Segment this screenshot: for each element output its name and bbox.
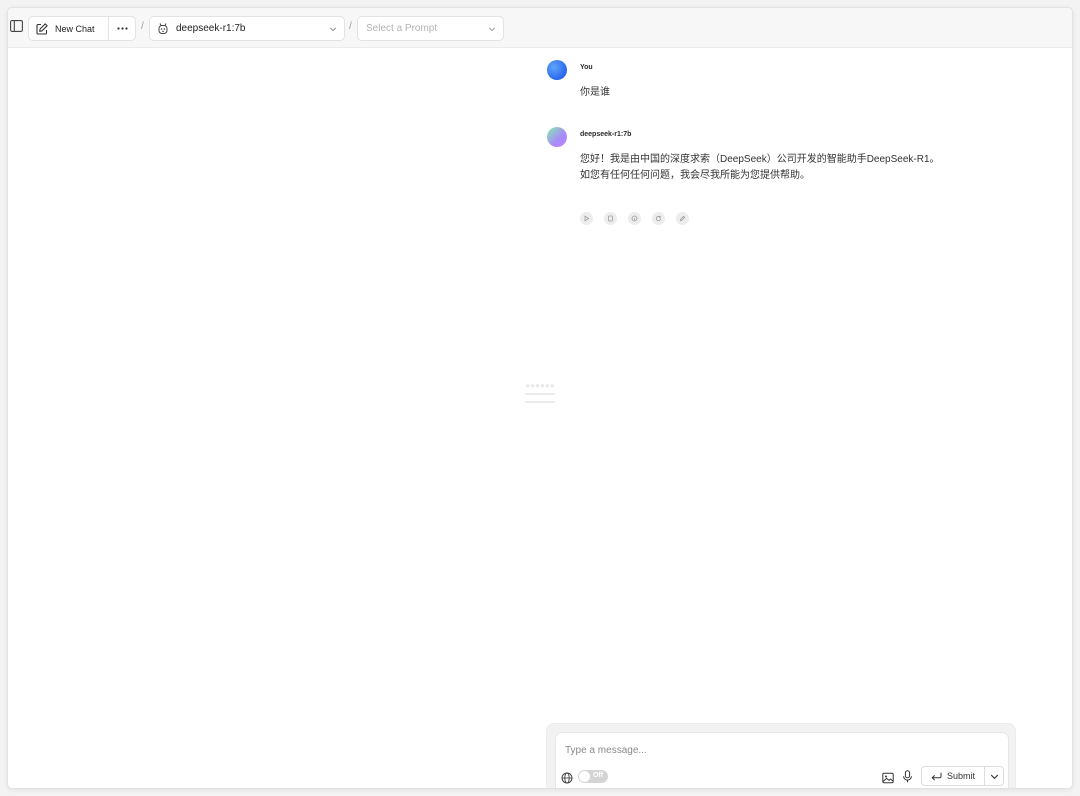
new-chat-button[interactable]: New Chat — [29, 17, 109, 40]
composer-box: Off Submit — [555, 732, 1009, 788]
watermark: ●●●●●● ▬▬▬▬▬ ▬▬▬▬▬ — [525, 381, 555, 406]
app-window: New Chat / deepseek-r1:7b / Select a Pro… — [8, 8, 1072, 788]
new-chat-group: New Chat — [28, 16, 136, 41]
user-avatar — [547, 60, 567, 80]
breadcrumb-separator: / — [349, 21, 352, 32]
copy-icon[interactable] — [604, 212, 617, 225]
message-actions — [580, 212, 689, 225]
chevron-down-icon — [329, 27, 337, 32]
breadcrumb-separator: / — [141, 21, 144, 32]
submit-label: Submit — [946, 771, 975, 781]
assistant-message: deepseek-r1:7b 您好！我是由中国的深度求索（DeepSeek）公司… — [547, 127, 967, 227]
model-label: deepseek-r1:7b — [176, 23, 246, 34]
toggle-knob — [579, 771, 590, 782]
submit-button[interactable]: Submit — [922, 767, 985, 785]
top-toolbar: New Chat / deepseek-r1:7b / Select a Pro… — [8, 8, 1072, 48]
chevron-down-icon — [488, 27, 496, 32]
enter-icon — [931, 772, 942, 781]
globe-icon[interactable] — [561, 771, 574, 784]
robot-icon — [158, 23, 168, 34]
chevron-down-icon — [990, 774, 998, 779]
user-message: You 你是谁 — [547, 60, 967, 105]
ellipsis-icon — [116, 27, 128, 30]
play-icon[interactable] — [580, 212, 593, 225]
regenerate-icon[interactable] — [652, 212, 665, 225]
message-line: 如您有任何任何问题，我会尽我所能为您提供帮助。 — [580, 170, 810, 181]
toggle-label: Off — [593, 772, 604, 779]
chat-area: You 你是谁 deepseek-r1:7b 您好！我是由中国的深度求索（Dee… — [8, 48, 1072, 728]
submit-group: Submit — [921, 766, 1004, 786]
message-input[interactable] — [565, 743, 985, 757]
model-selector[interactable]: deepseek-r1:7b — [149, 16, 345, 41]
sender-name: deepseek-r1:7b — [580, 131, 632, 138]
edit-icon[interactable] — [676, 212, 689, 225]
new-chat-label: New Chat — [55, 23, 95, 34]
prompt-selector[interactable]: Select a Prompt — [357, 16, 504, 41]
image-upload-icon[interactable] — [882, 771, 895, 784]
submit-options-button[interactable] — [985, 767, 1003, 785]
web-search-toggle[interactable]: Off — [578, 770, 608, 783]
message-composer: Off Submit — [546, 723, 1016, 788]
message-line: 您好！我是由中国的深度求索（DeepSeek）公司开发的智能助手DeepSeek… — [580, 154, 940, 165]
prompt-placeholder: Select a Prompt — [366, 23, 438, 34]
message-content: 您好！我是由中国的深度求索（DeepSeek）公司开发的智能助手DeepSeek… — [580, 152, 940, 184]
info-icon[interactable] — [628, 212, 641, 225]
message-line: 你是谁 — [580, 87, 610, 98]
microphone-icon[interactable] — [902, 770, 915, 784]
assistant-avatar — [547, 127, 567, 147]
sender-name: You — [580, 64, 593, 71]
sidebar-toggle-icon[interactable] — [8, 16, 24, 36]
more-options-button[interactable] — [109, 17, 135, 40]
message-content: 你是谁 — [580, 85, 610, 101]
edit-icon — [36, 22, 48, 35]
